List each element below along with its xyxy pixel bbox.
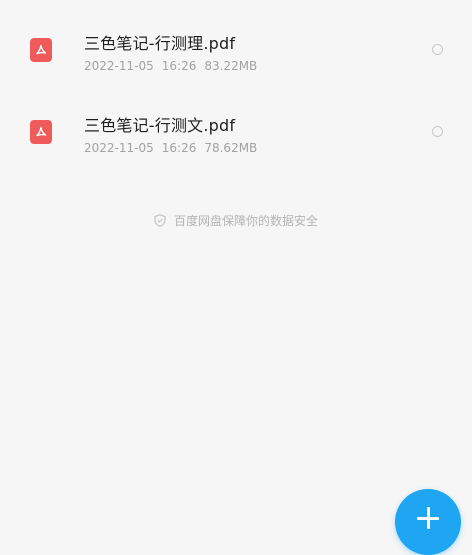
file-row[interactable]: 三色笔记-行测理.pdf 2022-11-05 16:26 83.22MB	[0, 8, 472, 90]
file-time: 16:26	[161, 141, 197, 155]
file-time: 16:26	[161, 59, 197, 73]
security-note-text: 百度网盘保障你的数据安全	[173, 214, 318, 228]
add-button[interactable]	[395, 489, 461, 555]
select-radio[interactable]	[432, 126, 443, 137]
plus-icon	[417, 507, 439, 529]
security-note: 百度网盘保障你的数据安全	[0, 212, 472, 229]
pdf-file-icon	[30, 38, 52, 62]
shield-icon	[154, 214, 166, 227]
file-meta: 2022-11-05 16:26 83.22MB	[84, 59, 257, 73]
select-radio[interactable]	[432, 44, 443, 55]
file-name: 三色笔记-行测理.pdf	[84, 34, 236, 53]
file-date: 2022-11-05	[84, 59, 154, 73]
file-size: 83.22MB	[204, 59, 258, 73]
file-meta: 2022-11-05 16:26 78.62MB	[84, 141, 257, 155]
pdf-file-icon	[30, 120, 52, 144]
file-size: 78.62MB	[204, 141, 258, 155]
file-row[interactable]: 三色笔记-行测文.pdf 2022-11-05 16:26 78.62MB	[0, 90, 472, 172]
file-date: 2022-11-05	[84, 141, 154, 155]
file-name: 三色笔记-行测文.pdf	[84, 116, 236, 135]
file-list: 三色笔记-行测理.pdf 2022-11-05 16:26 83.22MB 三色笔记…	[0, 0, 472, 164]
